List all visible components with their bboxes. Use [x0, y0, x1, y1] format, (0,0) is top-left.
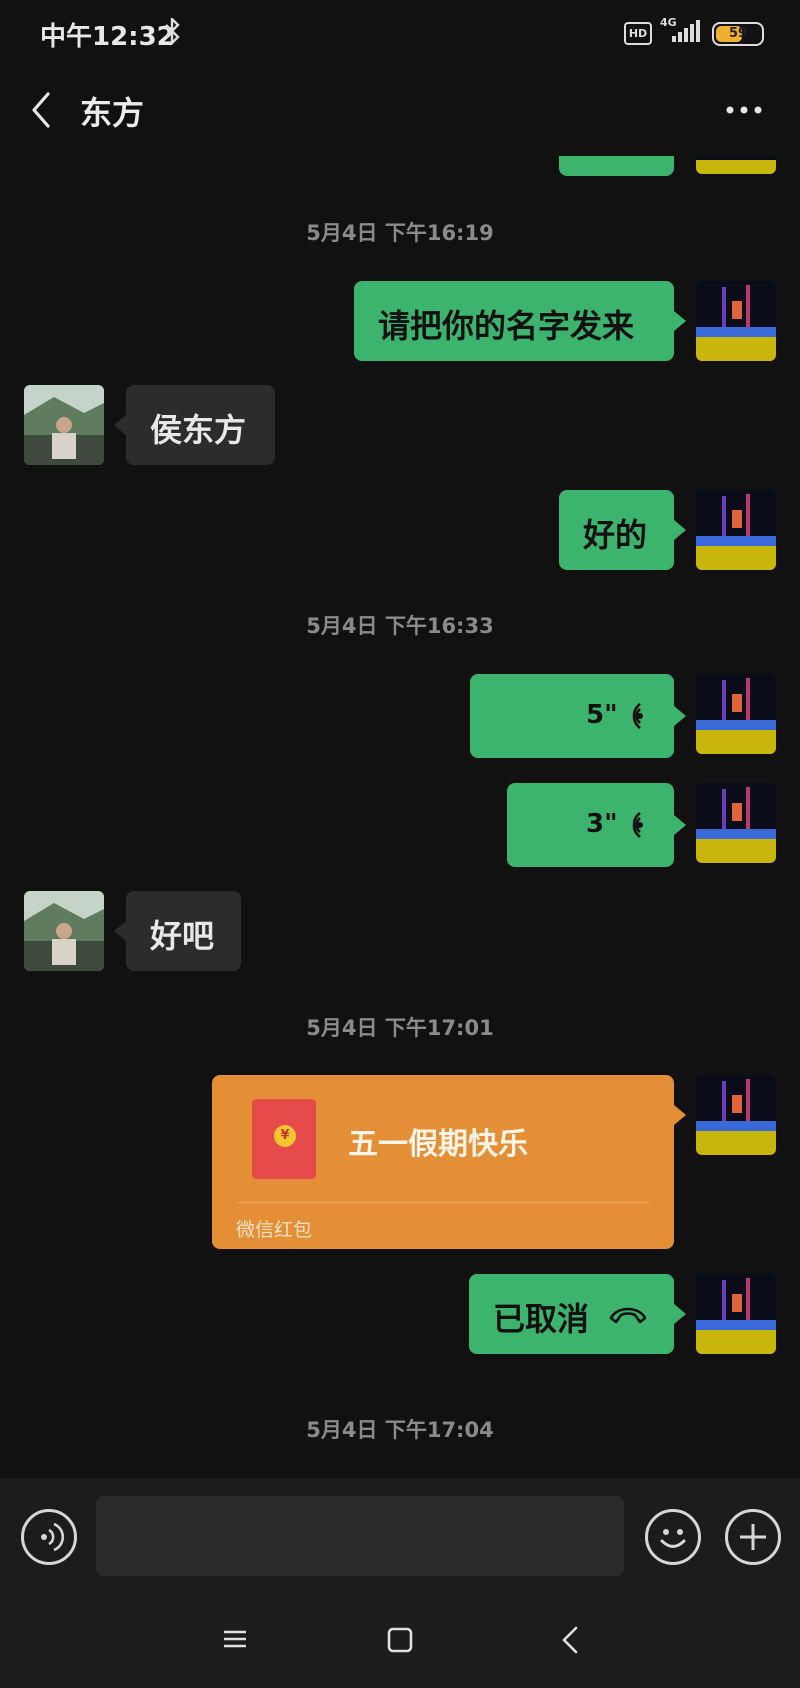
battery-level: 59	[728, 26, 748, 41]
bluetooth-icon	[165, 18, 180, 44]
avatar-self-image	[696, 783, 776, 863]
avatar-self[interactable]	[696, 1075, 776, 1155]
home-icon	[387, 1627, 413, 1653]
call-message-bubble[interactable]: 已取消	[469, 1274, 686, 1354]
red-packet-icon: ¥	[252, 1099, 316, 1179]
voice-message-bubble[interactable]: 5"	[470, 674, 686, 758]
voice-wave-icon	[632, 811, 643, 839]
avatar-self-image	[696, 1075, 776, 1155]
more-dots-icon	[726, 106, 762, 114]
coin-icon: ¥	[274, 1125, 296, 1147]
signal-icon	[672, 20, 700, 42]
call-status-text: 已取消	[493, 1300, 590, 1338]
avatar-self-image	[696, 490, 776, 570]
red-packet-label: 微信红包	[236, 1219, 313, 1241]
avatar-self[interactable]	[696, 1274, 776, 1354]
avatar-contact-image	[24, 385, 104, 465]
plus-button[interactable]	[725, 1509, 781, 1565]
back-button[interactable]	[22, 88, 62, 132]
voice-duration: 5"	[586, 700, 618, 730]
message-bubble-partial[interactable]	[559, 156, 674, 176]
voice-duration: 3"	[586, 809, 618, 839]
emoji-icon	[660, 1529, 686, 1548]
avatar-self-image	[696, 674, 776, 754]
home-button[interactable]	[384, 1624, 416, 1660]
phone-hangup-icon	[609, 1307, 647, 1324]
bubble-tail	[114, 415, 126, 435]
avatar-self-image	[696, 281, 776, 361]
voice-message-bubble[interactable]: 3"	[507, 783, 686, 867]
avatar-self[interactable]	[696, 674, 776, 754]
bubble-tail	[674, 706, 686, 726]
bubble-tail	[674, 520, 686, 540]
hd-badge: HD	[624, 22, 652, 45]
bubble-tail	[674, 1304, 686, 1324]
message-bubble-received[interactable]: 侯东方	[114, 385, 275, 465]
divider	[236, 1202, 650, 1203]
bubble-tail	[674, 1105, 686, 1125]
message-bubble-received[interactable]: 好吧	[114, 891, 241, 971]
avatar-self[interactable]	[696, 783, 776, 863]
avatar-self-image	[696, 156, 776, 174]
message-bubble-sent[interactable]: 请把你的名字发来	[354, 281, 686, 361]
timestamp: 5月4日 下午17:01	[306, 1016, 494, 1040]
timestamp: 5月4日 下午17:04	[306, 1418, 494, 1442]
plus-icon	[740, 1524, 766, 1550]
status-bar: 中午12:32 HD 4G 59	[0, 0, 800, 66]
avatar-contact[interactable]	[24, 385, 104, 465]
menu-button[interactable]	[220, 1624, 250, 1658]
red-packet-title: 五一假期快乐	[348, 1127, 528, 1162]
battery-icon: 59	[712, 22, 764, 46]
avatar-self[interactable]	[696, 156, 776, 174]
chevron-left-icon	[32, 92, 50, 128]
bubble-tail	[674, 815, 686, 835]
avatar-contact[interactable]	[24, 891, 104, 971]
back-icon	[562, 1626, 578, 1654]
more-button[interactable]	[722, 96, 766, 124]
timestamp: 5月4日 下午16:19	[306, 221, 494, 245]
menu-icon	[224, 1630, 246, 1648]
page-title: 东方	[80, 94, 145, 132]
voice-input-icon	[41, 1522, 65, 1552]
bubble-tail	[114, 921, 126, 941]
voice-wave-icon	[632, 702, 643, 730]
message-text: 请把你的名字发来	[378, 307, 635, 345]
timestamp: 5月4日 下午16:33	[306, 614, 494, 638]
system-back-button[interactable]	[556, 1624, 586, 1660]
avatar-self[interactable]	[696, 281, 776, 361]
bubble-tail	[674, 311, 686, 331]
message-text: 好吧	[150, 917, 215, 955]
red-packet-message[interactable]: ¥ 五一假期快乐 微信红包	[212, 1075, 686, 1249]
avatar-contact-image	[24, 891, 104, 971]
message-text: 侯东方	[150, 411, 247, 449]
message-text: 好的	[583, 516, 648, 554]
status-time: 中午12:32	[40, 22, 175, 52]
avatar-self[interactable]	[696, 490, 776, 570]
message-input[interactable]	[96, 1496, 624, 1576]
voice-input-button[interactable]	[21, 1509, 77, 1565]
emoji-button[interactable]	[645, 1509, 701, 1565]
message-bubble-sent[interactable]: 好的	[559, 490, 686, 570]
avatar-self-image	[696, 1274, 776, 1354]
